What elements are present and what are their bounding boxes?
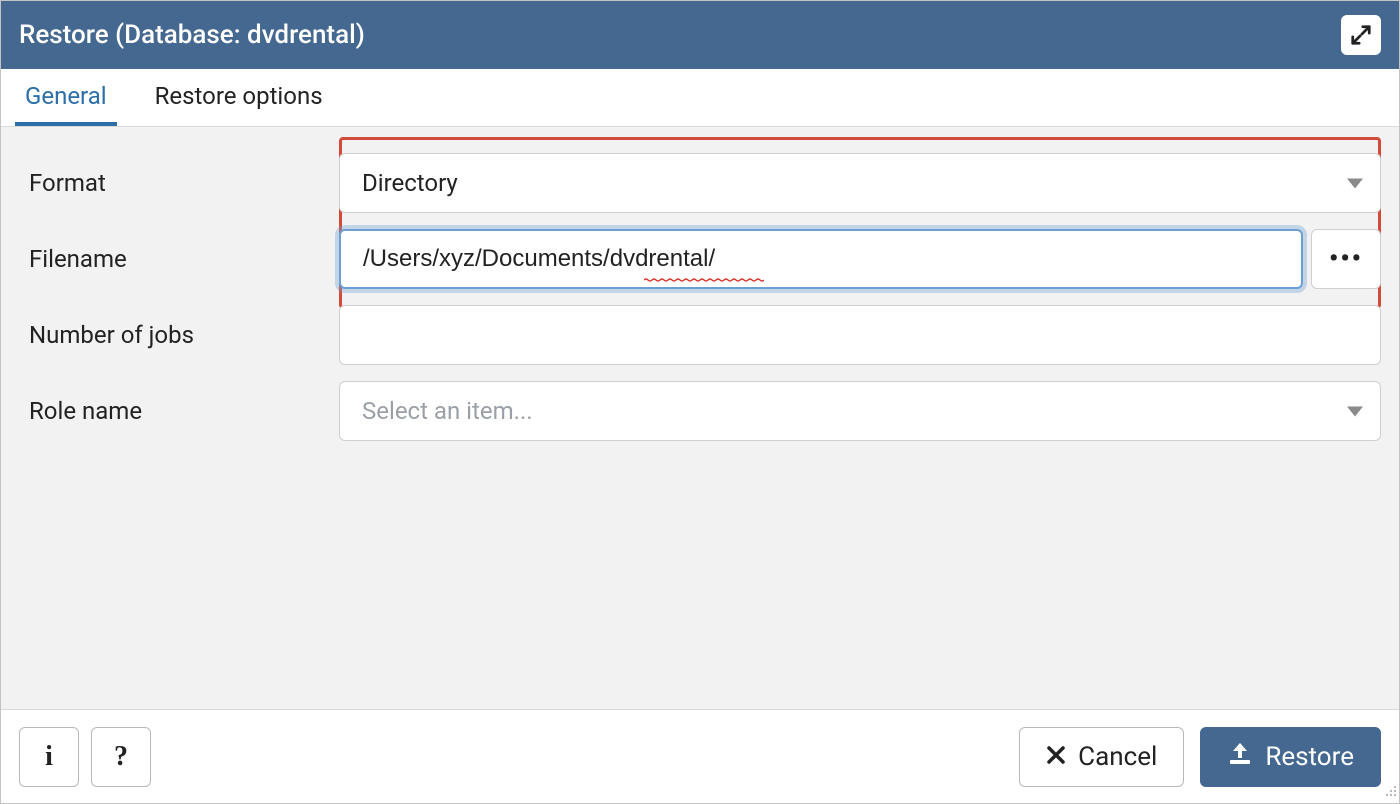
tab-general[interactable]: General: [15, 69, 117, 126]
row-role: Role name Select an item...: [19, 373, 1381, 449]
dialog-footer: i ? Cancel Restore: [1, 709, 1399, 803]
role-select[interactable]: Select an item...: [339, 381, 1381, 441]
tab-restore-options[interactable]: Restore options: [145, 69, 333, 126]
close-icon: [1046, 742, 1066, 772]
restore-dialog: Restore (Database: dvdrental) General Re…: [0, 0, 1400, 804]
row-jobs: Number of jobs: [19, 297, 1381, 373]
resize-grip-icon[interactable]: [1383, 782, 1397, 801]
upload-icon: [1227, 741, 1253, 772]
cancel-label: Cancel: [1078, 742, 1157, 772]
info-button[interactable]: i: [19, 727, 79, 787]
row-format: Format Directory: [19, 145, 1381, 221]
label-filename: Filename: [19, 245, 339, 273]
label-jobs: Number of jobs: [19, 321, 339, 349]
help-button[interactable]: ?: [91, 727, 151, 787]
label-format: Format: [19, 169, 339, 197]
restore-label: Restore: [1265, 742, 1354, 772]
format-select[interactable]: Directory: [339, 153, 1381, 213]
row-filename: Filename •••: [19, 221, 1381, 297]
ellipsis-icon: •••: [1329, 244, 1363, 274]
filename-browse-button[interactable]: •••: [1311, 229, 1381, 289]
restore-button[interactable]: Restore: [1200, 727, 1381, 787]
dialog-titlebar: Restore (Database: dvdrental): [1, 1, 1399, 69]
tab-bar: General Restore options: [1, 69, 1399, 127]
dialog-title: Restore (Database: dvdrental): [19, 20, 365, 50]
dialog-body: Format Directory Filename: [1, 127, 1399, 709]
format-value: Directory: [362, 169, 458, 197]
cancel-button[interactable]: Cancel: [1019, 727, 1184, 787]
maximize-button[interactable]: [1341, 15, 1381, 55]
expand-icon: [1350, 24, 1372, 46]
jobs-input[interactable]: [339, 305, 1381, 365]
help-icon: ?: [114, 741, 128, 773]
label-role: Role name: [19, 397, 339, 425]
role-placeholder: Select an item...: [362, 397, 533, 425]
filename-input[interactable]: [339, 229, 1303, 289]
info-icon: i: [45, 741, 53, 773]
